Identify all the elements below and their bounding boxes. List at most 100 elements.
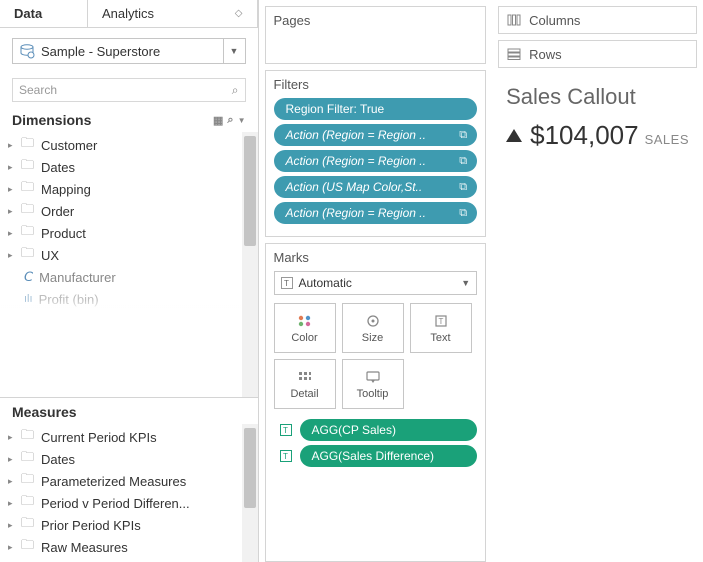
tree-item[interactable]: ▸🗀Order [0, 200, 258, 222]
folder-icon: 🗀 [21, 426, 37, 448]
tree-item[interactable]: ▸🗀 Product [0, 222, 258, 244]
tree-label: Product [41, 226, 86, 241]
expand-icon[interactable]: ▸ [8, 250, 18, 261]
mark-type-label: Automatic [299, 276, 352, 290]
measures-tree: ▸🗀Current Period KPIs ▸🗀Dates ▸🗀Paramete… [0, 424, 258, 562]
paperclip-icon: 𝘊 [24, 269, 33, 285]
detail-icon [296, 369, 314, 385]
tree-label: Manufacturer [39, 270, 116, 285]
tree-item[interactable]: ▸🗀 Parameterized Measures [0, 470, 258, 492]
expand-icon[interactable]: ▸ [8, 520, 18, 531]
expand-icon[interactable]: ▸ [8, 162, 18, 173]
tree-item[interactable]: ▸🗀Customer [0, 134, 258, 156]
button-label: Tooltip [357, 388, 389, 400]
tree-label: Dates [41, 452, 75, 467]
filter-pill[interactable]: Action (Region = Region ..⧉ [274, 150, 478, 172]
expand-icon[interactable]: ▸ [8, 140, 18, 151]
tree-item[interactable]: ▸🗀 Dates [0, 448, 258, 470]
pill-label: Action (Region = Region .. [286, 206, 426, 220]
tree-item[interactable]: ▸🗀Dates [0, 156, 258, 178]
text-button[interactable]: T Text [410, 303, 472, 353]
size-icon [364, 313, 382, 329]
measures-header: Measures [0, 397, 258, 424]
detail-button[interactable]: Detail [274, 359, 336, 409]
mark-type-selector[interactable]: T Automatic ▼ [274, 271, 478, 295]
view-list-icon[interactable]: ▦ [213, 114, 223, 127]
folder-icon: 🗀 [21, 134, 37, 156]
search-icon: ⌕ [232, 83, 239, 98]
expand-icon[interactable]: ▸ [8, 432, 18, 443]
button-label: Color [291, 332, 317, 344]
button-label: Text [430, 332, 450, 344]
tree-label: Dates [41, 160, 75, 175]
folder-icon: 🗀 [21, 448, 37, 470]
scrollbar[interactable] [242, 132, 258, 397]
mark-pill[interactable]: AGG(CP Sales) [300, 419, 478, 441]
triangle-up-icon [506, 129, 522, 142]
tab-sort-icon: ◇ [235, 8, 243, 19]
expand-icon[interactable]: ▸ [8, 228, 18, 239]
folder-icon: 🗀 [21, 222, 37, 244]
tree-item[interactable]: ▸🗀Raw Measures [0, 536, 258, 558]
scrollbar[interactable] [242, 424, 258, 562]
cards-pane: Pages Filters Region Filter: True Action… [259, 0, 493, 562]
mark-pill[interactable]: AGG(Sales Difference) [300, 445, 478, 467]
pages-title: Pages [274, 13, 478, 28]
datasource-selector[interactable]: Sample - Superstore ▼ [12, 38, 246, 64]
expand-icon[interactable]: ▸ [8, 454, 18, 465]
expand-icon[interactable]: ▸ [8, 498, 18, 509]
filter-pill[interactable]: Region Filter: True [274, 98, 478, 120]
tree-label: Prior Period KPIs [41, 518, 141, 533]
svg-text:T: T [438, 317, 443, 326]
datasource-label: Sample - Superstore [41, 44, 160, 59]
tree-item[interactable]: ▸🗀UX [0, 244, 258, 266]
expand-icon[interactable]: ▸ [8, 206, 18, 217]
columns-icon [507, 14, 521, 26]
tree-item[interactable]: ▸🗀Period v Period Differen... [0, 492, 258, 514]
expand-icon[interactable]: ▸ [8, 542, 18, 553]
pill-label: AGG(Sales Difference) [312, 449, 435, 463]
rows-shelf[interactable]: Rows [498, 40, 697, 68]
tree-label: Current Period KPIs [41, 430, 157, 445]
filter-pill[interactable]: Action (Region = Region ..⧉ [274, 124, 478, 146]
tab-data[interactable]: Data [0, 0, 88, 27]
chevron-down-icon[interactable]: ▼ [223, 39, 245, 63]
tree-item[interactable]: ▸🗀 Current Period KPIs [0, 426, 258, 448]
folder-icon: 🗀 [21, 200, 37, 222]
folder-icon: 🗀 [21, 244, 37, 266]
filter-pill[interactable]: Action (US Map Color,St..⧉ [274, 176, 478, 198]
expand-icon[interactable]: ▸ [8, 184, 18, 195]
columns-shelf[interactable]: Columns [498, 6, 697, 34]
expand-icon[interactable]: ▸ [8, 476, 18, 487]
tree-item-attr[interactable]: 𝘊 Manufacturer [0, 266, 258, 288]
folder-icon: 🗀 [21, 492, 37, 514]
text-icon: T [432, 313, 450, 329]
pill-label: Region Filter: True [286, 102, 385, 116]
scroll-thumb[interactable] [244, 428, 256, 508]
pages-card[interactable]: Pages [265, 6, 487, 64]
tree-label: Parameterized Measures [41, 474, 186, 489]
text-mark-icon[interactable]: T [280, 450, 292, 462]
tree-item[interactable]: ▸🗀Prior Period KPIs [0, 514, 258, 536]
tree-item[interactable]: ▸🗀Mapping [0, 178, 258, 200]
color-button[interactable]: Color [274, 303, 336, 353]
size-button[interactable]: Size [342, 303, 404, 353]
tab-analytics[interactable]: Analytics ◇ [88, 0, 258, 27]
scroll-thumb[interactable] [244, 136, 256, 246]
folder-icon: 🗀 [21, 470, 37, 492]
filter-pill[interactable]: Action (Region = Region ..⧉ [274, 202, 478, 224]
pill-label: AGG(CP Sales) [312, 423, 396, 437]
data-pane: Data Analytics ◇ Sample - Superstore ▼ S… [0, 0, 259, 562]
dimensions-header: Dimensions ▦ ⌕ ▼ [0, 108, 258, 132]
tree-item-attr[interactable]: ılıProfit (bin)! [0, 288, 258, 310]
data-tabs: Data Analytics ◇ [0, 0, 258, 28]
viz-title[interactable]: Sales Callout [506, 84, 689, 110]
search-input[interactable]: Search ⌕ [12, 78, 246, 102]
tree-label: Raw Measures [41, 540, 128, 555]
filters-card[interactable]: Filters Region Filter: True Action (Regi… [265, 70, 487, 237]
text-mark-icon[interactable]: T [280, 424, 292, 436]
worksheet-pane: Columns Rows Sales Callout $104,007 SALE… [492, 0, 703, 562]
tooltip-button[interactable]: Tooltip [342, 359, 404, 409]
menu-caret-icon[interactable]: ▼ [238, 116, 246, 125]
find-icon[interactable]: ⌕ [227, 114, 233, 127]
